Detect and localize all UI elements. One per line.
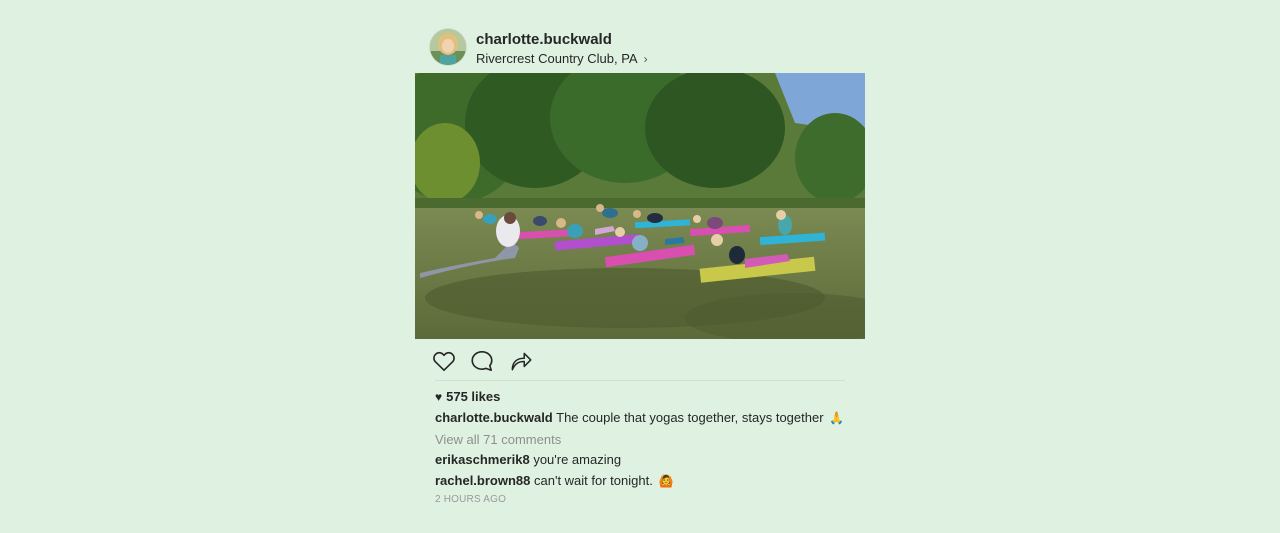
likes-count[interactable]: ♥ 575 likes bbox=[435, 389, 500, 404]
comment-username[interactable]: rachel.brown88 bbox=[435, 473, 530, 488]
post-caption: charlotte.buckwald The couple that yogas… bbox=[435, 410, 844, 425]
view-all-comments-link[interactable]: View all 71 comments bbox=[435, 432, 561, 447]
comment-username[interactable]: erikaschmerik8 bbox=[435, 452, 530, 467]
caption-text: The couple that yogas together, stays to… bbox=[556, 410, 824, 425]
share-arrow-icon[interactable] bbox=[508, 348, 534, 374]
avatar[interactable] bbox=[430, 29, 466, 65]
heart-outline-icon[interactable] bbox=[431, 348, 457, 374]
post-timestamp: 2 HOURS AGO bbox=[435, 494, 507, 505]
comment-text: can't wait for tonight. bbox=[534, 473, 653, 488]
post-actions bbox=[415, 346, 865, 382]
caption-username[interactable]: charlotte.buckwald bbox=[435, 410, 553, 425]
heart-filled-icon: ♥ bbox=[435, 389, 443, 404]
post-photo[interactable] bbox=[415, 73, 865, 339]
yoga-photo-icon bbox=[415, 73, 865, 339]
comment-bubble-icon[interactable] bbox=[469, 348, 495, 374]
post-header: charlotte.buckwald Rivercrest Country Cl… bbox=[415, 26, 865, 72]
location-label: Rivercrest Country Club, PA bbox=[476, 51, 638, 66]
avatar-image bbox=[430, 29, 466, 65]
post-location[interactable]: Rivercrest Country Club, PA › bbox=[476, 51, 648, 66]
post-username[interactable]: charlotte.buckwald bbox=[476, 31, 612, 48]
post-card: charlotte.buckwald Rivercrest Country Cl… bbox=[415, 26, 865, 505]
comment-item: erikaschmerik8 you're amazing bbox=[435, 452, 621, 467]
comment-text: you're amazing bbox=[533, 452, 622, 467]
praying-hands-emoji-icon: 🙏 bbox=[829, 411, 845, 425]
section-divider bbox=[435, 380, 845, 381]
person-emoji-icon: 🙆 bbox=[658, 474, 674, 488]
chevron-right-icon: › bbox=[643, 52, 648, 66]
likes-label: 575 likes bbox=[446, 389, 501, 404]
comment-item: rachel.brown88 can't wait for tonight. 🙆 bbox=[435, 473, 673, 488]
